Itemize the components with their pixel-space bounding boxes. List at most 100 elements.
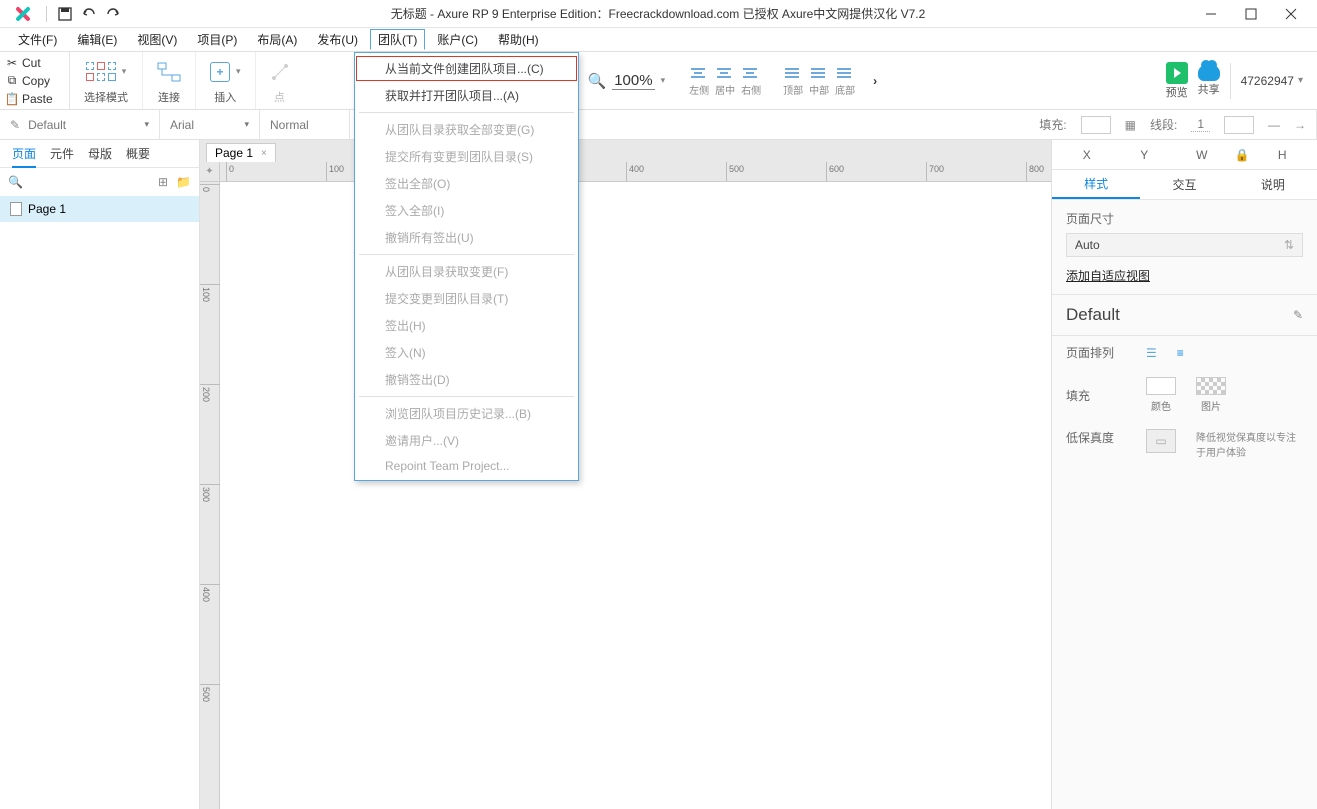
align-right-button[interactable]: 右侧 bbox=[741, 64, 761, 97]
page-align-label: 页面排列 bbox=[1066, 344, 1126, 361]
page-tabs: Page 1× bbox=[200, 140, 1051, 162]
page-size-label: 页面尺寸 bbox=[1066, 210, 1303, 227]
app-logo-icon bbox=[14, 5, 32, 23]
select-mode-group[interactable]: ▾ 选择模式 bbox=[70, 52, 143, 109]
more-tools-button[interactable]: › bbox=[865, 74, 885, 88]
menubar: 文件(F)编辑(E)视图(V)项目(P)布局(A)发布(U)团队(T)账户(C)… bbox=[0, 28, 1317, 52]
align-top-button[interactable]: 顶部 bbox=[783, 64, 803, 97]
close-tab-icon[interactable]: × bbox=[261, 148, 267, 159]
menu-item-6[interactable]: 团队(T) bbox=[370, 29, 425, 50]
arrow-icon[interactable]: → bbox=[1294, 118, 1306, 132]
fill-swatch[interactable] bbox=[1081, 116, 1111, 134]
fill-image-swatch[interactable] bbox=[1196, 377, 1226, 395]
team-menu-dropdown: 从当前文件创建团队项目...(C)获取并打开团队项目...(A)从团队目录获取全… bbox=[354, 52, 579, 481]
left-tab-1[interactable]: 元件 bbox=[50, 145, 74, 162]
magnifier-icon: 🔍 bbox=[588, 72, 607, 90]
search-icon[interactable]: 🔍 bbox=[8, 175, 23, 189]
right-tab-1[interactable]: 交互 bbox=[1140, 176, 1228, 193]
line-label: 线段: bbox=[1150, 116, 1177, 133]
maximize-button[interactable] bbox=[1231, 2, 1271, 26]
page-size-select[interactable]: Auto⇅ bbox=[1066, 233, 1303, 257]
canvas[interactable] bbox=[220, 182, 1051, 809]
right-tab-2[interactable]: 说明 bbox=[1229, 176, 1317, 193]
connect-icon bbox=[157, 57, 181, 87]
connect-group[interactable]: 连接 bbox=[143, 52, 196, 109]
redo-icon[interactable] bbox=[101, 2, 125, 26]
menu-item-7[interactable]: 账户(C) bbox=[429, 29, 486, 50]
undo-icon[interactable] bbox=[77, 2, 101, 26]
align-center-icon[interactable]: ≡ bbox=[1177, 346, 1184, 360]
dropdown-item-13: 撤销签出(D) bbox=[355, 366, 578, 393]
fill-color-swatch[interactable] bbox=[1146, 377, 1176, 395]
edit-style-icon[interactable]: ✎ bbox=[1293, 308, 1303, 322]
point-group[interactable]: 点 bbox=[256, 52, 304, 109]
dropdown-item-0[interactable]: 从当前文件创建团队项目...(C) bbox=[355, 55, 578, 82]
account-button[interactable]: 47262947▾ bbox=[1241, 74, 1303, 88]
zoom-control[interactable]: 🔍 100% ▾ bbox=[574, 52, 680, 109]
right-panel: X Y W 🔒 H 样式交互说明 页面尺寸 Auto⇅ 添加自适应视图 Defa… bbox=[1051, 140, 1317, 809]
dropdown-item-12: 签入(N) bbox=[355, 339, 578, 366]
select-mode-icon: ▾ bbox=[86, 57, 127, 87]
zoom-value: 100% bbox=[612, 72, 654, 90]
lock-icon[interactable]: 🔒 bbox=[1235, 148, 1250, 162]
dropdown-item-9: 从团队目录获取变更(F) bbox=[355, 258, 578, 285]
lowfi-icon[interactable]: ▭ bbox=[1146, 429, 1176, 453]
menu-item-2[interactable]: 视图(V) bbox=[129, 29, 185, 50]
insert-group[interactable]: +▾ 插入 bbox=[196, 52, 256, 109]
dropdown-item-10: 提交变更到团队目录(T) bbox=[355, 285, 578, 312]
ruler-corner: ✦ bbox=[200, 162, 220, 182]
select-mode-label: 选择模式 bbox=[84, 89, 128, 105]
align-left-button[interactable]: 左侧 bbox=[689, 64, 709, 97]
dropdown-item-1[interactable]: 获取并打开团队项目...(A) bbox=[355, 82, 578, 109]
menu-item-0[interactable]: 文件(F) bbox=[10, 29, 65, 50]
line-style-icon[interactable]: — bbox=[1268, 118, 1280, 132]
align-bottom-button[interactable]: 底部 bbox=[835, 64, 855, 97]
share-button[interactable]: 共享 bbox=[1198, 65, 1220, 97]
menu-item-3[interactable]: 项目(P) bbox=[189, 29, 245, 50]
align-centerh-button[interactable]: 居中 bbox=[715, 64, 735, 97]
cut-button[interactable]: ✂Cut bbox=[6, 54, 69, 71]
weight-selector[interactable]: Normal bbox=[260, 110, 350, 139]
menu-item-8[interactable]: 帮助(H) bbox=[490, 29, 547, 50]
cloud-icon bbox=[1198, 65, 1220, 81]
line-swatch[interactable] bbox=[1224, 116, 1254, 134]
folder-icon[interactable]: 📁 bbox=[176, 175, 191, 189]
right-tabs: 样式交互说明 bbox=[1052, 170, 1317, 200]
position-header: X Y W 🔒 H bbox=[1052, 140, 1317, 170]
dropdown-item-16: 邀请用户...(V) bbox=[355, 427, 578, 454]
menu-item-5[interactable]: 发布(U) bbox=[309, 29, 366, 50]
style-selector[interactable]: ✎Default▾ bbox=[0, 110, 160, 139]
right-tab-0[interactable]: 样式 bbox=[1052, 170, 1140, 199]
align-left-icon[interactable]: ☰ bbox=[1146, 346, 1157, 360]
menu-item-1[interactable]: 编辑(E) bbox=[69, 29, 125, 50]
paste-button[interactable]: 📋Paste bbox=[6, 90, 69, 107]
clipboard-group: ✂Cut ⧉Copy 📋Paste bbox=[0, 52, 70, 109]
clipboard-icon: 📋 bbox=[6, 93, 18, 105]
minimize-button[interactable] bbox=[1191, 2, 1231, 26]
left-tab-0[interactable]: 页面 bbox=[12, 145, 36, 168]
left-panel: 页面元件母版概要 🔍 ⊞ 📁 Page 1 bbox=[0, 140, 200, 809]
add-page-icon[interactable]: ⊞ bbox=[158, 175, 168, 189]
align-middle-button[interactable]: 中部 bbox=[809, 64, 829, 97]
menu-item-4[interactable]: 布局(A) bbox=[249, 29, 305, 50]
font-selector[interactable]: Arial▾ bbox=[160, 110, 260, 139]
line-width[interactable]: 1 bbox=[1191, 117, 1210, 132]
page-tab[interactable]: Page 1× bbox=[206, 143, 276, 162]
left-tab-2[interactable]: 母版 bbox=[88, 145, 112, 162]
page-tree-item[interactable]: Page 1 bbox=[0, 196, 199, 222]
save-icon[interactable] bbox=[53, 2, 77, 26]
preview-button[interactable]: 预览 bbox=[1166, 62, 1188, 100]
main-area: 页面元件母版概要 🔍 ⊞ 📁 Page 1 Page 1× ✦ 01002003… bbox=[0, 140, 1317, 809]
titlebar: 无标题 - Axure RP 9 Enterprise Edition：Free… bbox=[0, 0, 1317, 28]
point-label: 点 bbox=[274, 89, 285, 105]
copy-button[interactable]: ⧉Copy bbox=[6, 72, 69, 89]
add-adaptive-view-link[interactable]: 添加自适应视图 bbox=[1066, 267, 1150, 284]
canvas-area: Page 1× ✦ 010020030040050060070080090010… bbox=[200, 140, 1051, 809]
left-tab-3[interactable]: 概要 bbox=[126, 145, 150, 162]
default-style-title: Default bbox=[1066, 305, 1120, 325]
window-title: 无标题 - Axure RP 9 Enterprise Edition：Free… bbox=[125, 5, 1191, 22]
fill-section-label: 填充 bbox=[1066, 387, 1126, 404]
close-button[interactable] bbox=[1271, 2, 1311, 26]
cut-label: Cut bbox=[22, 56, 41, 70]
fill-image-icon[interactable]: ▦ bbox=[1125, 118, 1136, 132]
